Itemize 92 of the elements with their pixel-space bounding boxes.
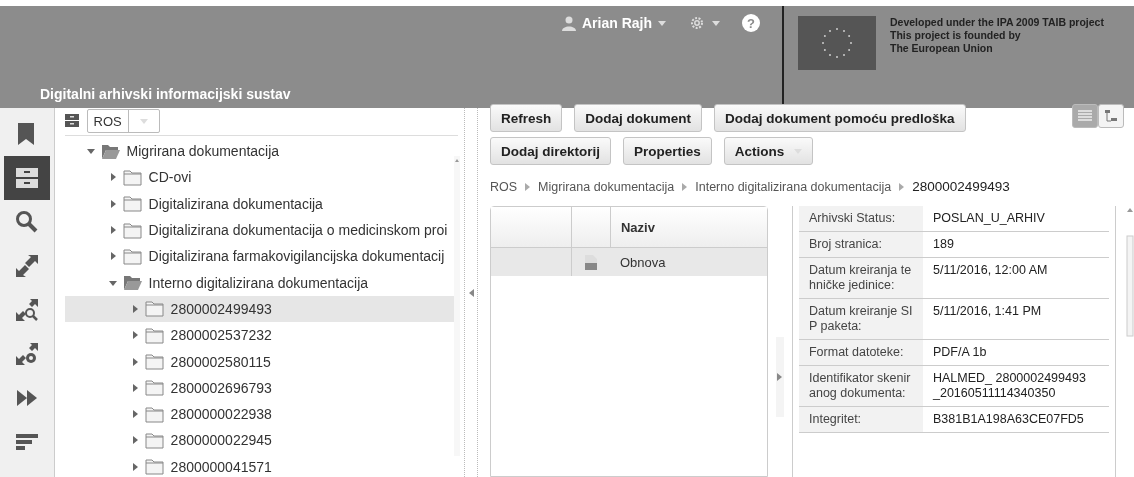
folder-icon [122,221,143,239]
expand-icon[interactable] [130,304,139,313]
collapse-handle[interactable] [468,288,474,297]
folder-icon [144,405,165,423]
folder-icon [122,195,143,213]
tree-item[interactable]: Interno digitalizirana dokumentacija [64,269,457,296]
caret-icon [139,118,148,124]
collapse-icon[interactable] [86,147,95,156]
tree-item[interactable]: Digitalizirana farmakovigilancijska dokumentacij [64,243,457,270]
breadcrumb-link[interactable]: Migrirana dokumentacija [538,179,675,194]
tree-item[interactable]: 2800000041571 [64,453,457,477]
tree-item[interactable]: 2800002696793 [64,374,457,401]
list-icon [1078,110,1092,122]
repository-dropdown[interactable]: ROS [86,109,160,133]
collapse-icon[interactable] [108,278,117,287]
tree-item[interactable]: 2800000022945 [64,427,457,454]
toolbar-button[interactable]: Dodaj dokument pomoću predloška [714,104,966,132]
project-note: Developed under the IPA 2009 TAIB project [890,16,1104,29]
chevron-icon [525,182,531,191]
expand-icon[interactable] [108,226,117,235]
cabinet-icon [64,114,79,128]
expand-icon[interactable] [130,462,139,471]
expand-icon[interactable] [130,410,139,419]
search-icon [14,210,39,234]
property-value: B381B1A198A63CE07FD5 [932,411,1085,428]
hierarchy-icon [1105,110,1117,122]
folder-icon [122,247,143,265]
expand-icon[interactable] [130,357,139,366]
project-note: The European Union [890,42,994,55]
project-note: This project is founded by [890,29,1022,42]
settings-icon [688,14,706,32]
caret-icon [658,20,666,26]
arrow-gear-icon [14,342,39,366]
actions-dropdown[interactable]: Actions [723,137,814,165]
tree-item[interactable]: CD-ovi [64,164,457,191]
tree-item[interactable]: Digitalizirana dokumentacija [64,190,457,217]
folder-icon [122,168,143,186]
property-label: Identifikator skeniranog dokumenta: [799,366,923,406]
expand-icon[interactable] [108,199,117,208]
caret-icon [712,20,720,26]
breadcrumb-link[interactable]: Interno digitalizirana dokumentacija [695,179,892,194]
table-cell-text: Obnova [619,253,666,272]
toolbar-button[interactable]: Refresh [490,104,563,132]
folder-icon [144,300,165,318]
double-arrow-icon [14,254,39,278]
pdf-file-icon [585,254,597,270]
property-label: Arhivski Status: [799,206,923,231]
folder-icon [144,326,165,344]
chevron-icon [682,182,688,191]
table-row[interactable]: Obnova [491,248,767,276]
tree-item[interactable]: 2800002537232 [64,322,457,349]
expand-icon[interactable] [130,331,139,340]
column-header[interactable]: Naziv [611,207,655,247]
property-label: Datum kreiranje SIP paketa: [799,299,923,339]
property-label: Integritet: [799,407,923,432]
property-value: 189 [932,236,955,253]
expand-icon[interactable] [108,252,117,261]
open-folder-icon [100,142,121,160]
expand-icon[interactable] [130,383,139,392]
expand-icon[interactable] [130,436,139,445]
toolbar-button[interactable]: Properties [623,137,712,165]
property-value: 5/11/2016, 12:00 AM [932,262,1049,279]
tree-item[interactable]: 2800002499493 [64,295,457,323]
folder-icon [144,353,165,370]
user-icon [562,15,576,31]
flag-icon [798,16,876,70]
folder-icon [144,379,165,397]
expand-handle[interactable] [777,372,783,381]
arrow-search-icon [14,298,39,322]
nav-button[interactable] [3,156,50,200]
property-label: Broj stranica: [799,232,923,257]
property-value: 5/11/2016, 1:41 PM [932,303,1043,320]
tree-item[interactable]: Migrirana dokumentacija [64,138,457,165]
open-folder-icon [122,274,143,292]
property-value: POSLAN_U_ARHIV [932,210,1046,227]
tree-item[interactable]: 2800002580115 [64,348,457,375]
chevron-icon [899,182,905,191]
cabinet-icon [14,166,39,190]
property-value: HALMED_ 2800002499493 _20160511114340350 [932,370,1087,402]
app-title: Digitalni arhivski informacijski sustav [40,86,292,102]
property-value: PDF/A 1b [932,344,988,361]
toolbar-button[interactable]: Dodaj direktorij [490,137,611,165]
tree-item[interactable]: Digitalizirana dokumentacija o medicinskom proi [64,216,457,244]
folder-icon [144,431,165,449]
property-label: Datum kreiranja tehničke jedinice: [799,258,923,298]
tree-view-button[interactable] [1098,104,1124,128]
help-button[interactable]: ? [742,14,760,32]
toolbar-button[interactable]: Dodaj dokument [574,104,703,132]
expand-icon[interactable] [108,173,117,182]
breadcrumb-link[interactable]: ROS [490,179,518,194]
property-label: Format datoteke: [799,340,923,365]
tree-item[interactable]: 2800000022938 [64,400,457,428]
